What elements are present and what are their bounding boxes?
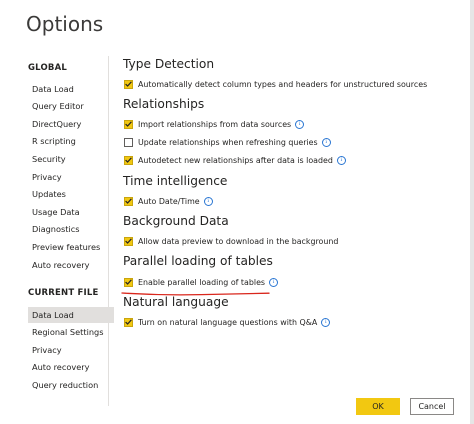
sidebar-item-global-privacy[interactable]: Privacy — [32, 172, 62, 182]
option-auto-detect-types[interactable]: Automatically detect column types and he… — [124, 78, 427, 90]
sidebar-divider — [108, 56, 109, 406]
sidebar-item-current-auto-recovery[interactable]: Auto recovery — [32, 362, 89, 372]
sidebar-item-current-privacy[interactable]: Privacy — [32, 345, 62, 355]
info-icon[interactable]: i — [269, 277, 279, 287]
sidebar-item-global-data-load[interactable]: Data Load — [32, 84, 74, 94]
cancel-button[interactable]: Cancel — [410, 398, 454, 415]
sidebar-section-current-file: CURRENT FILE — [28, 288, 99, 298]
section-heading-parallel-loading: Parallel loading of tables — [123, 254, 273, 268]
sidebar-section-global: GLOBAL — [28, 63, 67, 73]
option-natural-language-qa[interactable]: Turn on natural language questions with … — [124, 316, 331, 328]
sidebar-item-diagnostics[interactable]: Diagnostics — [32, 224, 80, 234]
option-label: Auto Date/Time — [138, 196, 200, 206]
info-icon[interactable]: i — [321, 317, 331, 327]
red-underline-annotation — [121, 292, 270, 296]
ok-button[interactable]: OK — [356, 398, 400, 415]
checkbox-unchecked[interactable] — [124, 137, 133, 147]
checkbox-checked[interactable] — [124, 79, 133, 89]
sidebar-item-preview-features[interactable]: Preview features — [32, 242, 100, 252]
section-heading-relationships: Relationships — [123, 97, 205, 111]
sidebar-item-security[interactable]: Security — [32, 154, 66, 164]
checkbox-checked[interactable] — [124, 119, 133, 129]
sidebar-item-current-data-load[interactable]: Data Load — [28, 307, 114, 323]
dialog-title: Options — [26, 12, 104, 36]
info-icon[interactable]: i — [321, 137, 331, 147]
sidebar-item-r-scripting[interactable]: R scripting — [32, 136, 76, 146]
sidebar-item-query-reduction[interactable]: Query reduction — [32, 380, 98, 390]
info-icon[interactable]: i — [295, 119, 305, 129]
checkbox-checked[interactable] — [124, 155, 133, 165]
info-icon[interactable]: i — [336, 155, 346, 165]
sidebar-item-directquery[interactable]: DirectQuery — [32, 119, 81, 129]
checkbox-checked[interactable] — [124, 236, 133, 246]
sidebar-item-usage-data[interactable]: Usage Data — [32, 207, 80, 217]
sidebar-item-updates[interactable]: Updates — [32, 189, 66, 199]
option-label: Import relationships from data sources — [138, 119, 292, 129]
section-heading-time-intelligence: Time intelligence — [123, 174, 228, 188]
option-autodetect-relationships[interactable]: Autodetect new relationships after data … — [124, 154, 346, 166]
checkbox-checked[interactable] — [124, 317, 133, 327]
option-update-relationships[interactable]: Update relationships when refreshing que… — [124, 136, 331, 148]
option-parallel-loading[interactable]: Enable parallel loading of tables i — [124, 276, 279, 288]
option-label: Turn on natural language questions with … — [138, 317, 318, 327]
option-background-preview[interactable]: Allow data preview to download in the ba… — [124, 235, 338, 247]
sidebar: GLOBAL Data Load Query Editor DirectQuer… — [24, 56, 114, 406]
section-heading-type-detection: Type Detection — [123, 57, 215, 71]
section-heading-background-data: Background Data — [123, 214, 229, 228]
checkbox-checked[interactable] — [124, 277, 133, 287]
sidebar-item-query-editor[interactable]: Query Editor — [32, 101, 84, 111]
sidebar-item-regional-settings[interactable]: Regional Settings — [32, 327, 104, 337]
option-label: Update relationships when refreshing que… — [138, 137, 318, 147]
option-label: Enable parallel loading of tables — [138, 277, 266, 287]
option-auto-date-time[interactable]: Auto Date/Time i — [124, 195, 213, 207]
checkbox-checked[interactable] — [124, 196, 133, 206]
option-import-relationships[interactable]: Import relationships from data sources i — [124, 118, 305, 130]
info-icon[interactable]: i — [203, 196, 213, 206]
sidebar-item-global-auto-recovery[interactable]: Auto recovery — [32, 260, 89, 270]
option-label: Automatically detect column types and he… — [138, 79, 428, 89]
option-label: Autodetect new relationships after data … — [138, 155, 333, 165]
option-label: Allow data preview to download in the ba… — [138, 236, 339, 246]
window-border — [470, 0, 474, 424]
